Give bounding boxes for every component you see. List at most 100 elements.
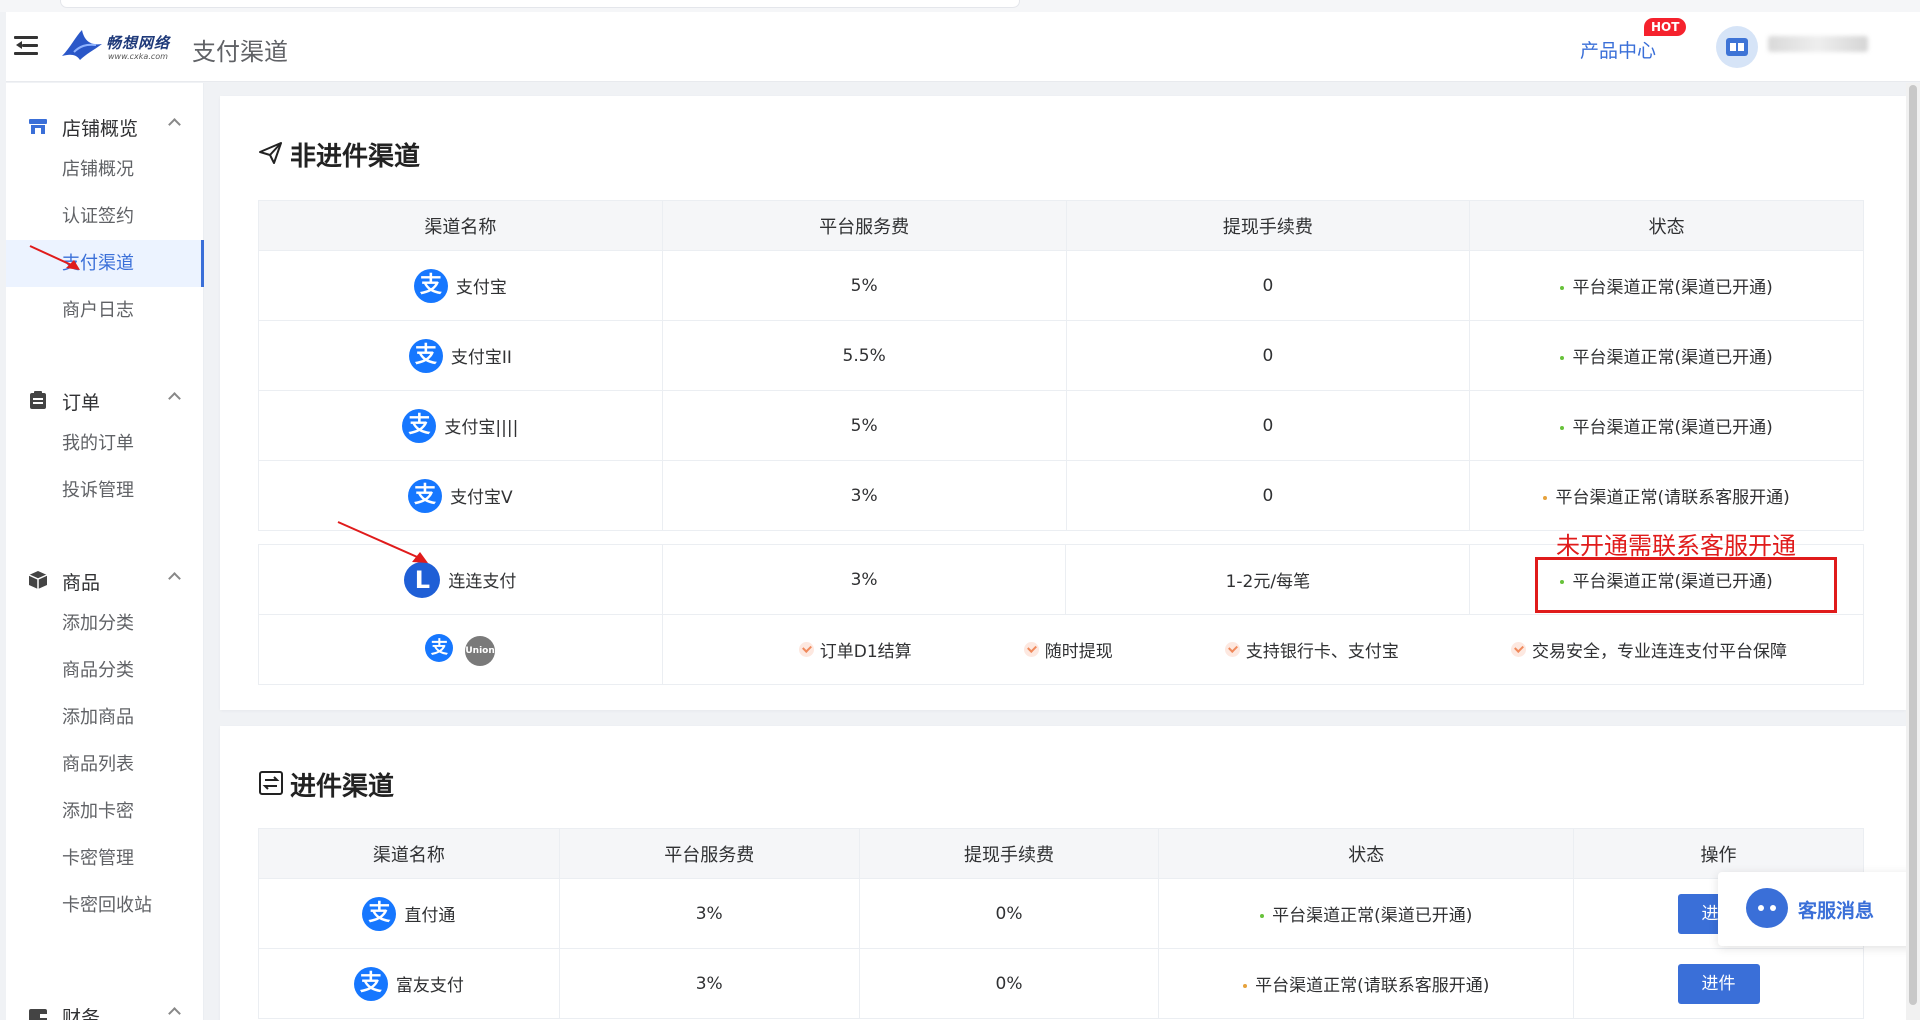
sidebar-item-my-orders[interactable]: 我的订单 <box>6 420 204 467</box>
incoming-channel-card: 进件渠道 渠道名称 平台服务费 提现手续费 状态 操作 支直付通 3% 0% 平… <box>220 726 1906 1020</box>
browser-top-strip <box>0 0 1920 12</box>
sidebar-group-label: 商品 <box>62 572 101 594</box>
swap-icon <box>259 771 283 795</box>
status-text: 平台渠道正常(请联系客服开通) <box>1255 976 1490 996</box>
annotation-note: 未开通需联系客服开通 <box>1556 532 1796 560</box>
non-incoming-channel-card: 非进件渠道 渠道名称 平台服务费 提现手续费 状态 支支付宝 5% 0 平台渠道… <box>220 96 1906 710</box>
column-header: 渠道名称 <box>258 828 560 879</box>
service-fee: 5% <box>661 250 1067 321</box>
sidebar-group-store[interactable]: 店铺概览 <box>6 106 204 146</box>
lianlian-icon: L <box>404 561 441 598</box>
sidebar-item-store-overview[interactable]: 店铺概况 <box>6 146 204 193</box>
column-header: 提现手续费 <box>1065 200 1471 251</box>
customer-service-float[interactable]: 客服消息 <box>1718 872 1916 946</box>
non-incoming-channel-table: 渠道名称 平台服务费 提现手续费 状态 支支付宝 5% 0 平台渠道正常(渠道已… <box>258 200 1864 531</box>
table-row: 支直付通 3% 0% 平台渠道正常(渠道已开通) 进件 <box>258 878 1864 949</box>
status-cell: 平台渠道正常(渠道已开通) <box>1469 390 1864 461</box>
table-row: 支支付宝 5% 0 平台渠道正常(渠道已开通) <box>258 250 1864 321</box>
sidebar-group-label: 店铺概览 <box>62 118 139 140</box>
hot-badge: HOT <box>1644 18 1687 36</box>
section-title: 进件渠道 <box>290 772 395 802</box>
avatar[interactable] <box>1716 26 1758 68</box>
service-fee: 3% <box>558 948 860 1019</box>
table-row: 支支付宝II 5.5% 0 平台渠道正常(渠道已开通) <box>258 320 1864 391</box>
alipay-icon: 支 <box>402 408 437 443</box>
sidebar-item-product-list[interactable]: 商品列表 <box>6 741 204 788</box>
status-cell: 平台渠道正常(渠道已开通) <box>1158 878 1575 949</box>
alipay-icon: 支 <box>362 896 397 931</box>
withdraw-fee: 0 <box>1065 320 1471 391</box>
alipay-icon: 支 <box>408 338 443 373</box>
user-name-blurred[interactable] <box>1768 36 1868 52</box>
sidebar-group-orders[interactable]: 订单 <box>6 380 204 420</box>
sidebar-item-certification[interactable]: 认证签约 <box>6 193 204 240</box>
alipay-icon: 支 <box>413 268 448 303</box>
sidebar-group-label: 订单 <box>62 392 101 414</box>
feature-item: 支持银行卡、支付宝 <box>1224 637 1399 662</box>
customer-service-label: 客服消息 <box>1798 900 1875 922</box>
table-row: 支富友支付 3% 0% 平台渠道正常(请联系客服开通) 进件 <box>258 948 1864 1019</box>
sidebar-group-finance[interactable]: 财务 <box>6 995 204 1020</box>
check-icon <box>1224 642 1240 657</box>
scrollbar[interactable] <box>1906 83 1920 1020</box>
chevron-up-icon <box>168 572 181 585</box>
send-icon <box>259 142 282 164</box>
withdraw-fee: 0% <box>858 878 1160 949</box>
channel-name: 支付宝II <box>450 348 512 368</box>
status-text: 平台渠道正常(渠道已开通) <box>1572 418 1773 438</box>
menu-toggle-icon[interactable] <box>14 34 42 58</box>
withdraw-fee: 0 <box>1065 250 1471 321</box>
bird-logo-icon <box>62 30 102 60</box>
check-icon <box>1510 642 1526 657</box>
sidebar-item-card-manage[interactable]: 卡密管理 <box>6 835 204 882</box>
logo-text: 畅想网络 <box>106 34 171 52</box>
logo-url: www.cxka.com <box>108 52 168 61</box>
alipay-icon: 支 <box>353 966 388 1001</box>
alipay-icon: 支 <box>425 633 454 662</box>
feature-row: 支 UnionPay 订单D1结算 随时提现 支持银行卡、支付宝 交易安全，专业连… <box>258 614 1865 685</box>
unionpay-icon: UnionPay <box>465 635 513 666</box>
sidebar-item-add-category[interactable]: 添加分类 <box>6 600 204 647</box>
apply-button[interactable]: 进件 <box>1677 963 1760 1004</box>
alipay-icon: 支 <box>408 478 443 513</box>
annotation-highlight-box <box>1535 557 1837 613</box>
table-row: 支支付宝V 3% 0 平台渠道正常(请联系客服开通) <box>258 460 1864 531</box>
address-bar[interactable] <box>60 0 1020 8</box>
chevron-up-icon <box>168 392 181 405</box>
incoming-channel-table: 渠道名称 平台服务费 提现手续费 状态 操作 支直付通 3% 0% 平台渠道正常… <box>258 828 1864 1019</box>
sidebar-item-add-card[interactable]: 添加卡密 <box>6 788 204 835</box>
top-header: 畅想网络 www.cxka.com 支付渠道 产品中心 HOT <box>6 12 1920 82</box>
sidebar-item-category[interactable]: 商品分类 <box>6 647 204 694</box>
channel-name: 支付宝V <box>450 488 513 508</box>
chat-bubble-icon <box>1746 888 1788 928</box>
box-icon <box>28 571 48 589</box>
status-text: 平台渠道正常(渠道已开通) <box>1572 348 1773 368</box>
clipboard-icon <box>30 391 46 409</box>
column-header: 状态 <box>1469 200 1864 251</box>
sidebar-group-products[interactable]: 商品 <box>6 560 204 600</box>
sidebar-item-merchant-log[interactable]: 商户日志 <box>6 287 204 334</box>
product-center-link[interactable]: 产品中心 <box>1580 36 1656 63</box>
scrollbar-thumb[interactable] <box>1909 85 1917 1005</box>
column-header: 提现手续费 <box>858 828 1160 879</box>
sidebar-item-payment-channel[interactable]: 支付渠道 <box>6 240 204 287</box>
status-text: 平台渠道正常(渠道已开通) <box>1572 278 1773 298</box>
channel-name: 支付宝 <box>455 278 507 298</box>
column-header: 操作 <box>1573 828 1864 879</box>
logo[interactable]: 畅想网络 www.cxka.com <box>60 26 190 66</box>
status-cell: 平台渠道正常(渠道已开通) <box>1469 250 1864 321</box>
sidebar-item-card-recycle[interactable]: 卡密回收站 <box>6 882 204 929</box>
channel-name: 直付通 <box>404 906 456 926</box>
page-title: 支付渠道 <box>192 38 288 66</box>
channel-name: 连连支付 <box>448 572 517 592</box>
withdraw-fee: 0% <box>858 948 1160 1019</box>
column-header: 平台服务费 <box>558 828 860 879</box>
sidebar: 店铺概览 店铺概况 认证签约 支付渠道 商户日志 订单 我的订单 投诉管理 商品… <box>6 83 204 1020</box>
status-cell: 平台渠道正常(渠道已开通) <box>1469 320 1864 391</box>
service-fee: 3% <box>661 460 1067 531</box>
status-text: 平台渠道正常(请联系客服开通) <box>1555 488 1790 508</box>
check-icon <box>798 642 814 657</box>
sidebar-item-add-product[interactable]: 添加商品 <box>6 694 204 741</box>
sidebar-item-complaints[interactable]: 投诉管理 <box>6 467 204 514</box>
column-header: 平台服务费 <box>661 200 1067 251</box>
